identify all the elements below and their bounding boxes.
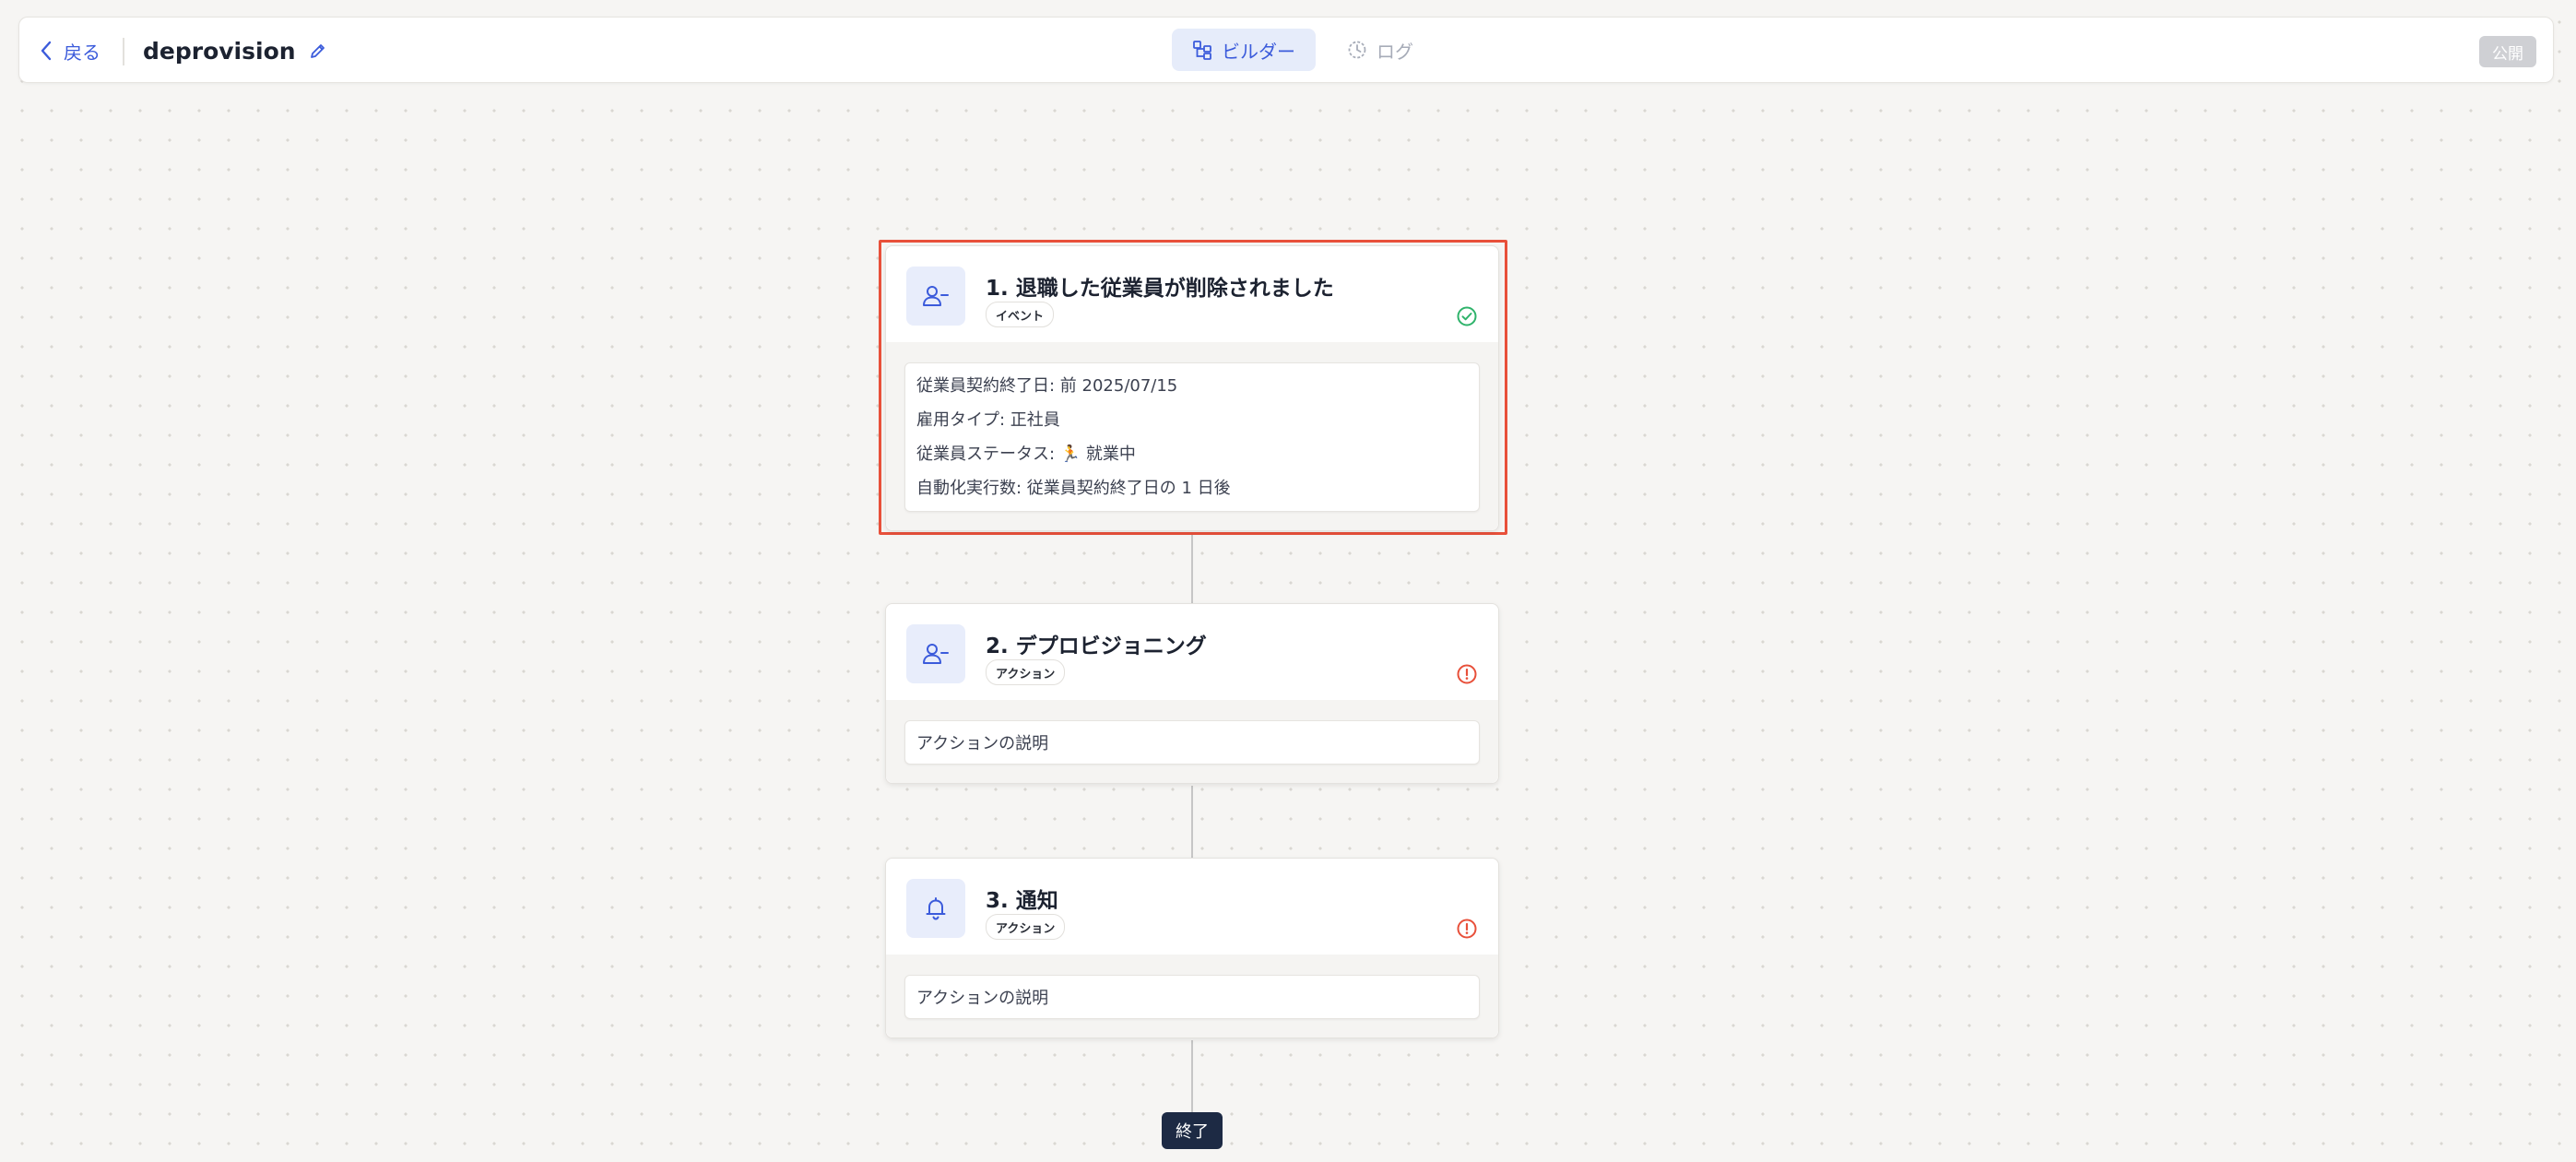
tab-builder[interactable]: ビルダー — [1172, 29, 1316, 71]
bell-icon — [906, 879, 965, 938]
step-card-2[interactable]: 2. デプロビジョニング アクション アクションの説明 — [885, 603, 1499, 784]
step-card-3[interactable]: 3. 通知 アクション アクションの説明 — [885, 858, 1499, 1038]
detail-contract-end: 従業員契約終了日: 前 2025/07/15 — [916, 376, 1178, 396]
alert-circle-icon — [1457, 919, 1477, 939]
step-type-badge: アクション — [986, 914, 1066, 940]
end-node: 終了 — [1162, 1112, 1223, 1149]
tab-log[interactable]: ログ — [1327, 29, 1434, 71]
detail-run-timing: 自動化実行数: 従業員契約終了日の 1 日後 — [916, 479, 1231, 498]
user-minus-icon — [906, 267, 965, 326]
connector-line — [1191, 535, 1193, 603]
top-bar: 戻る deprovision ビルダー ログ 公開 — [18, 17, 2554, 83]
connector-line — [1191, 1040, 1193, 1112]
tab-log-label: ログ — [1377, 40, 1413, 63]
chevron-left-icon — [41, 41, 52, 61]
workflow-icon — [1193, 41, 1211, 60]
step-type-badge: イベント — [986, 302, 1055, 327]
step-title: 3. 通知 — [986, 889, 1058, 913]
alert-circle-icon — [1457, 664, 1477, 684]
step-details: 従業員契約終了日: 前 2025/07/15 雇用タイプ: 正社員 従業員ステー… — [904, 362, 1480, 512]
detail-employment-type: 雇用タイプ: 正社員 — [916, 410, 1060, 430]
step-title: 1. 退職した従業員が削除されました — [986, 277, 1334, 301]
history-icon — [1348, 41, 1366, 59]
step-description: アクションの説明 — [904, 975, 1480, 1019]
divider — [123, 38, 124, 65]
back-label: 戻る — [64, 41, 100, 64]
connector-line — [1191, 786, 1193, 858]
view-tabs: ビルダー ログ — [1172, 29, 1434, 71]
check-circle-icon — [1457, 306, 1477, 326]
detail-employee-status: 従業員ステータス: 🏃 就業中 — [916, 445, 1136, 464]
workflow-title: deprovision — [143, 37, 296, 65]
step-description: アクションの説明 — [904, 720, 1480, 765]
user-minus-icon — [906, 624, 965, 683]
title-area: deprovision — [143, 18, 327, 84]
tab-builder-label: ビルダー — [1222, 40, 1295, 63]
pencil-icon[interactable] — [309, 42, 327, 60]
back-button[interactable]: 戻る — [40, 18, 100, 84]
publish-button[interactable]: 公開 — [2479, 36, 2536, 67]
step-type-badge: アクション — [986, 659, 1066, 685]
step-card-1[interactable]: 1. 退職した従業員が削除されました イベント 従業員契約終了日: 前 2025… — [885, 245, 1499, 531]
step-title: 2. デプロビジョニング — [986, 634, 1207, 658]
